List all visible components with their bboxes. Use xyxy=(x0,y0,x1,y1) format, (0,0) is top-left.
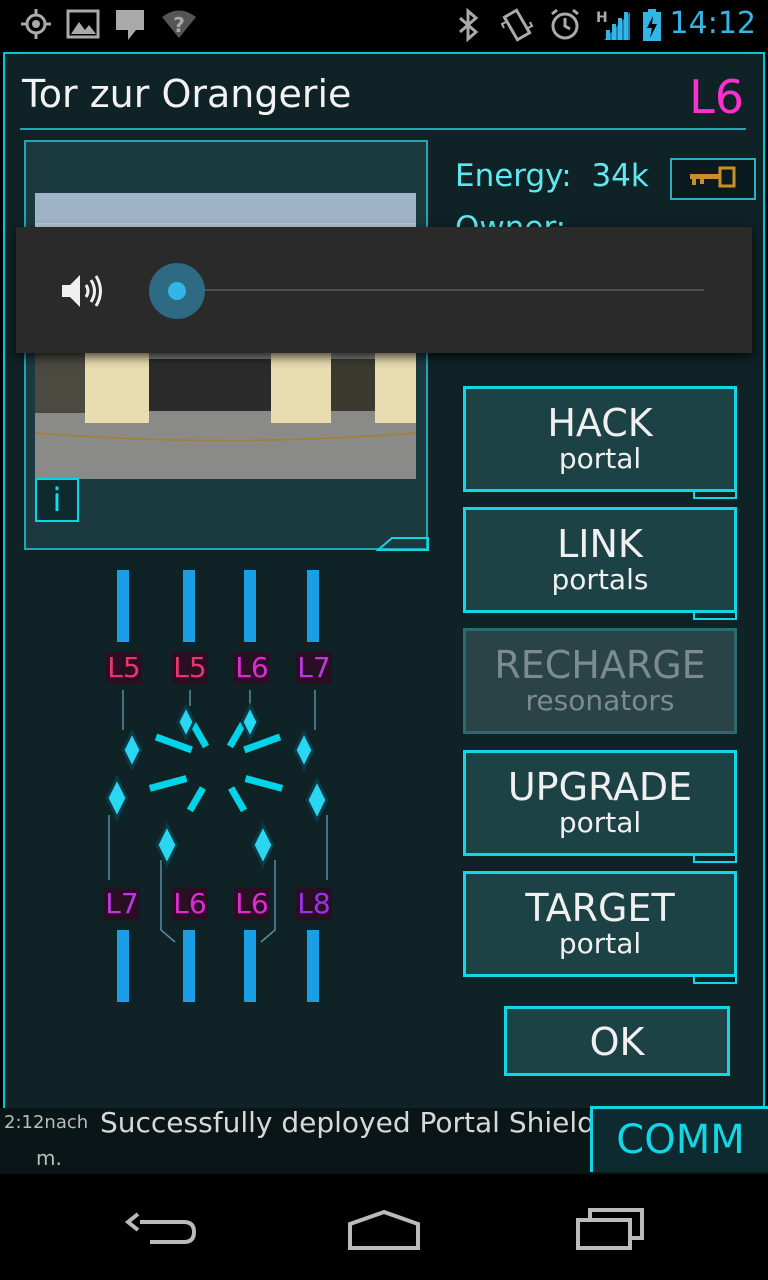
svg-text:H: H xyxy=(596,10,608,26)
resonator-level-label[interactable]: L6 xyxy=(172,888,208,920)
svg-text:?: ? xyxy=(173,13,185,37)
link-label: LINK xyxy=(557,522,643,566)
energy-value: 34k xyxy=(591,158,649,194)
resonator-bar xyxy=(117,930,129,1002)
resonator-bar xyxy=(183,570,195,642)
key-icon xyxy=(690,166,736,188)
volume-overlay xyxy=(16,227,752,353)
status-time: 14:12 xyxy=(669,6,756,41)
recharge-sublabel: resonators xyxy=(525,684,675,717)
bluetooth-icon xyxy=(459,8,479,42)
resonator-bar xyxy=(244,570,256,642)
energy-label: Energy: xyxy=(455,158,572,194)
resonator-level-label[interactable]: L7 xyxy=(296,652,332,684)
key-button[interactable] xyxy=(670,158,756,200)
volume-slider-thumb[interactable] xyxy=(148,262,206,320)
comm-button[interactable]: COMM xyxy=(590,1106,768,1172)
target-portal-button[interactable]: TARGET portal xyxy=(463,871,737,984)
link-portals-button[interactable]: LINK portals xyxy=(463,507,737,620)
button-corner xyxy=(693,489,737,499)
recharge-label: RECHARGE xyxy=(494,643,706,687)
resonator-level-label[interactable]: L8 xyxy=(296,888,332,920)
link-sublabel: portals xyxy=(551,563,649,596)
button-corner xyxy=(693,853,737,863)
target-label: TARGET xyxy=(525,886,675,930)
hack-sublabel: portal xyxy=(558,442,642,475)
upgrade-sublabel: portal xyxy=(558,806,642,839)
hack-label: HACK xyxy=(547,401,653,445)
comm-time: 2:12nach xyxy=(4,1112,89,1133)
gallery-icon xyxy=(66,9,100,39)
gps-icon xyxy=(21,9,51,39)
resonator-level-label[interactable]: L5 xyxy=(106,652,142,684)
resonator-bar xyxy=(117,570,129,642)
upgrade-portal-button[interactable]: UPGRADE portal xyxy=(463,750,737,863)
hack-portal-button[interactable]: HACK portal xyxy=(463,386,737,499)
button-corner xyxy=(693,974,737,984)
vibrate-icon xyxy=(500,8,534,42)
resonator-level-label[interactable]: L5 xyxy=(172,652,208,684)
portal-energy: Energy: 34k xyxy=(455,158,649,194)
resonator-level-label[interactable]: L7 xyxy=(104,888,140,920)
portal-level: L6 xyxy=(689,70,744,124)
info-button[interactable]: i xyxy=(35,478,79,522)
resonator-bar xyxy=(183,930,195,1002)
comm-message-tail: m. xyxy=(36,1146,62,1170)
volume-track[interactable] xyxy=(192,289,704,291)
back-icon[interactable] xyxy=(110,1200,210,1260)
resonator-bar xyxy=(244,930,256,1002)
alarm-icon xyxy=(551,8,579,40)
target-sublabel: portal xyxy=(558,927,642,960)
home-icon[interactable] xyxy=(334,1200,434,1260)
speaker-icon[interactable] xyxy=(60,271,106,311)
resonator-level-label[interactable]: L6 xyxy=(234,888,270,920)
upgrade-label: UPGRADE xyxy=(507,765,693,809)
status-bar: ? H 14:12 xyxy=(0,0,768,50)
resonator-bar xyxy=(307,570,319,642)
title-divider xyxy=(20,128,746,130)
photo-frame-corner xyxy=(375,537,429,551)
recharge-resonators-button[interactable]: RECHARGE resonators xyxy=(463,628,737,734)
button-corner xyxy=(693,610,737,620)
resonator-level-label[interactable]: L6 xyxy=(234,652,270,684)
recent-apps-icon[interactable] xyxy=(560,1200,660,1260)
wifi-question-icon: ? xyxy=(162,10,196,38)
chat-icon xyxy=(116,10,144,40)
portal-title: Tor zur Orangerie xyxy=(22,72,352,116)
resonator-bar xyxy=(307,930,319,1002)
comm-message: Successfully deployed Portal Shield xyxy=(100,1106,595,1139)
battery-charging-icon xyxy=(643,9,661,41)
ok-button[interactable]: OK xyxy=(504,1006,730,1076)
signal-h-icon: H xyxy=(596,10,630,40)
